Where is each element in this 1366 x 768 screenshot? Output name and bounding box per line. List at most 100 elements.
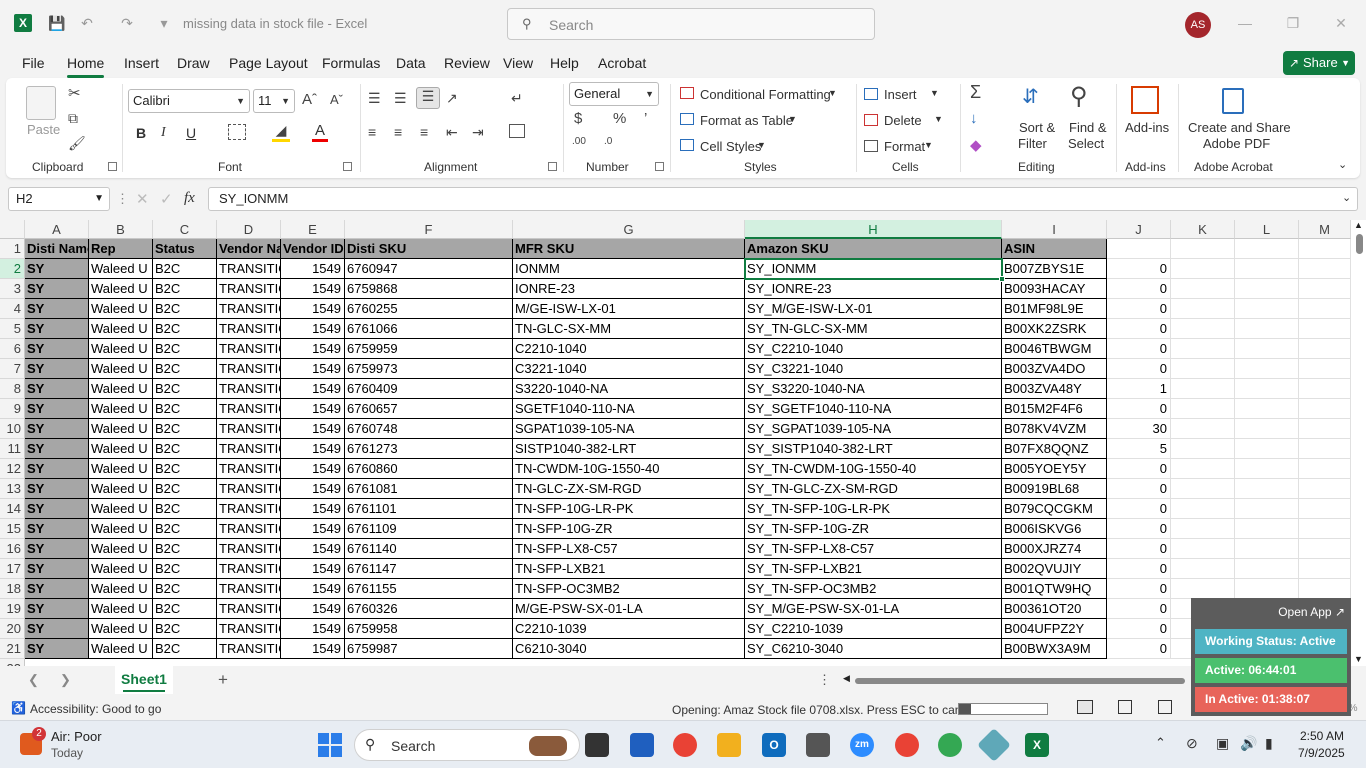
table-cell[interactable]: B00361OT20: [1002, 599, 1107, 619]
row-header[interactable]: 7: [0, 359, 25, 379]
table-cell[interactable]: B003ZVA48Y: [1002, 379, 1107, 399]
app-icon[interactable]: [977, 728, 1011, 762]
calculator-icon[interactable]: [806, 733, 830, 757]
table-cell[interactable]: 6760326: [345, 599, 513, 619]
table-cell[interactable]: 1549: [281, 439, 345, 459]
table-cell[interactable]: 1549: [281, 459, 345, 479]
table-cell[interactable]: 6759958: [345, 619, 513, 639]
taskbar-search[interactable]: ⚲ Search: [354, 729, 580, 761]
table-cell[interactable]: B2C: [153, 259, 217, 279]
table-cell[interactable]: [1299, 359, 1351, 379]
table-cell[interactable]: TRANSITION: [217, 419, 281, 439]
table-cell[interactable]: [1171, 379, 1235, 399]
scroll-left-icon[interactable]: ◀: [843, 673, 850, 684]
tab-insert[interactable]: Insert: [124, 55, 159, 71]
table-cell[interactable]: 0: [1107, 399, 1171, 419]
table-cell[interactable]: SY_M/GE-PSW-SX-01-LA: [745, 599, 1002, 619]
minimize-icon[interactable]: —: [1235, 13, 1255, 33]
table-cell[interactable]: [1235, 399, 1299, 419]
restore-icon[interactable]: ❐: [1283, 13, 1303, 33]
table-cell[interactable]: 0: [1107, 519, 1171, 539]
table-cell[interactable]: B005YOEY5Y: [1002, 459, 1107, 479]
table-cell[interactable]: [1171, 359, 1235, 379]
table-header-cell[interactable]: Rep: [89, 239, 153, 259]
table-cell[interactable]: 1549: [281, 499, 345, 519]
row-header[interactable]: 10: [0, 419, 25, 439]
column-header-m[interactable]: M: [1299, 220, 1351, 239]
table-cell[interactable]: 1549: [281, 479, 345, 499]
column-header-c[interactable]: C: [153, 220, 217, 239]
close-icon[interactable]: ✕: [1331, 13, 1351, 33]
table-header-cell[interactable]: [1107, 239, 1171, 259]
font-color-icon[interactable]: A: [312, 122, 328, 142]
table-cell[interactable]: 6761155: [345, 579, 513, 599]
table-cell[interactable]: 0: [1107, 359, 1171, 379]
align-center-icon[interactable]: ≡: [394, 124, 402, 140]
table-cell[interactable]: [1235, 579, 1299, 599]
table-cell[interactable]: SY: [25, 479, 89, 499]
table-cell[interactable]: 6761081: [345, 479, 513, 499]
table-cell[interactable]: TRANSITION: [217, 299, 281, 319]
table-cell[interactable]: [1235, 439, 1299, 459]
row-header[interactable]: 11: [0, 439, 25, 459]
table-cell[interactable]: [1299, 419, 1351, 439]
table-cell[interactable]: [1171, 559, 1235, 579]
table-cell[interactable]: TRANSITION: [217, 439, 281, 459]
table-cell[interactable]: Waleed U: [89, 339, 153, 359]
row-header[interactable]: 2: [0, 259, 25, 279]
table-cell[interactable]: 30: [1107, 419, 1171, 439]
scroll-up-icon[interactable]: ▲: [1354, 220, 1363, 230]
tab-formulas[interactable]: Formulas: [322, 55, 380, 71]
table-cell[interactable]: 6759973: [345, 359, 513, 379]
table-cell[interactable]: TRANSITION: [217, 379, 281, 399]
table-cell[interactable]: SY_C3221-1040: [745, 359, 1002, 379]
tab-draw[interactable]: Draw: [177, 55, 210, 71]
zoom-app-icon[interactable]: zm: [850, 733, 874, 757]
row-header[interactable]: 17: [0, 559, 25, 579]
table-cell[interactable]: [1235, 499, 1299, 519]
table-cell[interactable]: M/GE-ISW-LX-01: [513, 299, 745, 319]
font-size-select[interactable]: 11 ▼: [253, 89, 295, 113]
table-cell[interactable]: 6760748: [345, 419, 513, 439]
table-cell[interactable]: B003ZVA4DO: [1002, 359, 1107, 379]
borders-icon[interactable]: [228, 124, 246, 140]
table-cell[interactable]: C3221-1040: [513, 359, 745, 379]
table-cell[interactable]: 6761066: [345, 319, 513, 339]
table-cell[interactable]: SISTP1040-382-LRT: [513, 439, 745, 459]
table-cell[interactable]: Waleed U: [89, 639, 153, 659]
column-header-j[interactable]: J: [1107, 220, 1171, 239]
table-cell[interactable]: 5: [1107, 439, 1171, 459]
chrome-profile-icon[interactable]: [895, 733, 919, 757]
table-header-cell[interactable]: Status: [153, 239, 217, 259]
table-header-cell[interactable]: Vendor ID: [281, 239, 345, 259]
increase-font-icon[interactable]: Aˆ: [302, 91, 317, 108]
table-cell[interactable]: B007ZBYS1E: [1002, 259, 1107, 279]
table-cell[interactable]: TN-SFP-LX8-C57: [513, 539, 745, 559]
table-cell[interactable]: Waleed U: [89, 619, 153, 639]
row-header[interactable]: 4: [0, 299, 25, 319]
tab-page-layout[interactable]: Page Layout: [229, 55, 308, 71]
table-cell[interactable]: [1235, 459, 1299, 479]
row-header[interactable]: 18: [0, 579, 25, 599]
table-cell[interactable]: TN-SFP-10G-LR-PK: [513, 499, 745, 519]
vertical-scrollbar[interactable]: ▲ ▼: [1352, 220, 1366, 666]
column-header-i[interactable]: I: [1002, 220, 1107, 239]
table-header-cell[interactable]: Vendor Name: [217, 239, 281, 259]
sort-filter-button[interactable]: Sort &: [1019, 120, 1055, 135]
table-cell[interactable]: SY_SGPAT1039-105-NA: [745, 419, 1002, 439]
cancel-icon[interactable]: ✕: [136, 190, 149, 208]
table-cell[interactable]: TRANSITION: [217, 259, 281, 279]
fill-color-icon[interactable]: ◢: [272, 122, 290, 142]
page-layout-view-icon[interactable]: [1118, 700, 1132, 714]
cut-icon[interactable]: ✂: [68, 84, 81, 102]
italic-button[interactable]: I: [161, 125, 166, 141]
table-cell[interactable]: [1171, 299, 1235, 319]
column-header-a[interactable]: A: [25, 220, 89, 239]
redo-icon[interactable]: ↷: [118, 14, 136, 32]
table-cell[interactable]: [1299, 439, 1351, 459]
chevron-up-icon[interactable]: ⌃: [1155, 735, 1166, 751]
table-cell[interactable]: [1299, 319, 1351, 339]
tab-home[interactable]: Home: [67, 55, 105, 78]
table-cell[interactable]: 1549: [281, 519, 345, 539]
table-cell[interactable]: SY: [25, 339, 89, 359]
